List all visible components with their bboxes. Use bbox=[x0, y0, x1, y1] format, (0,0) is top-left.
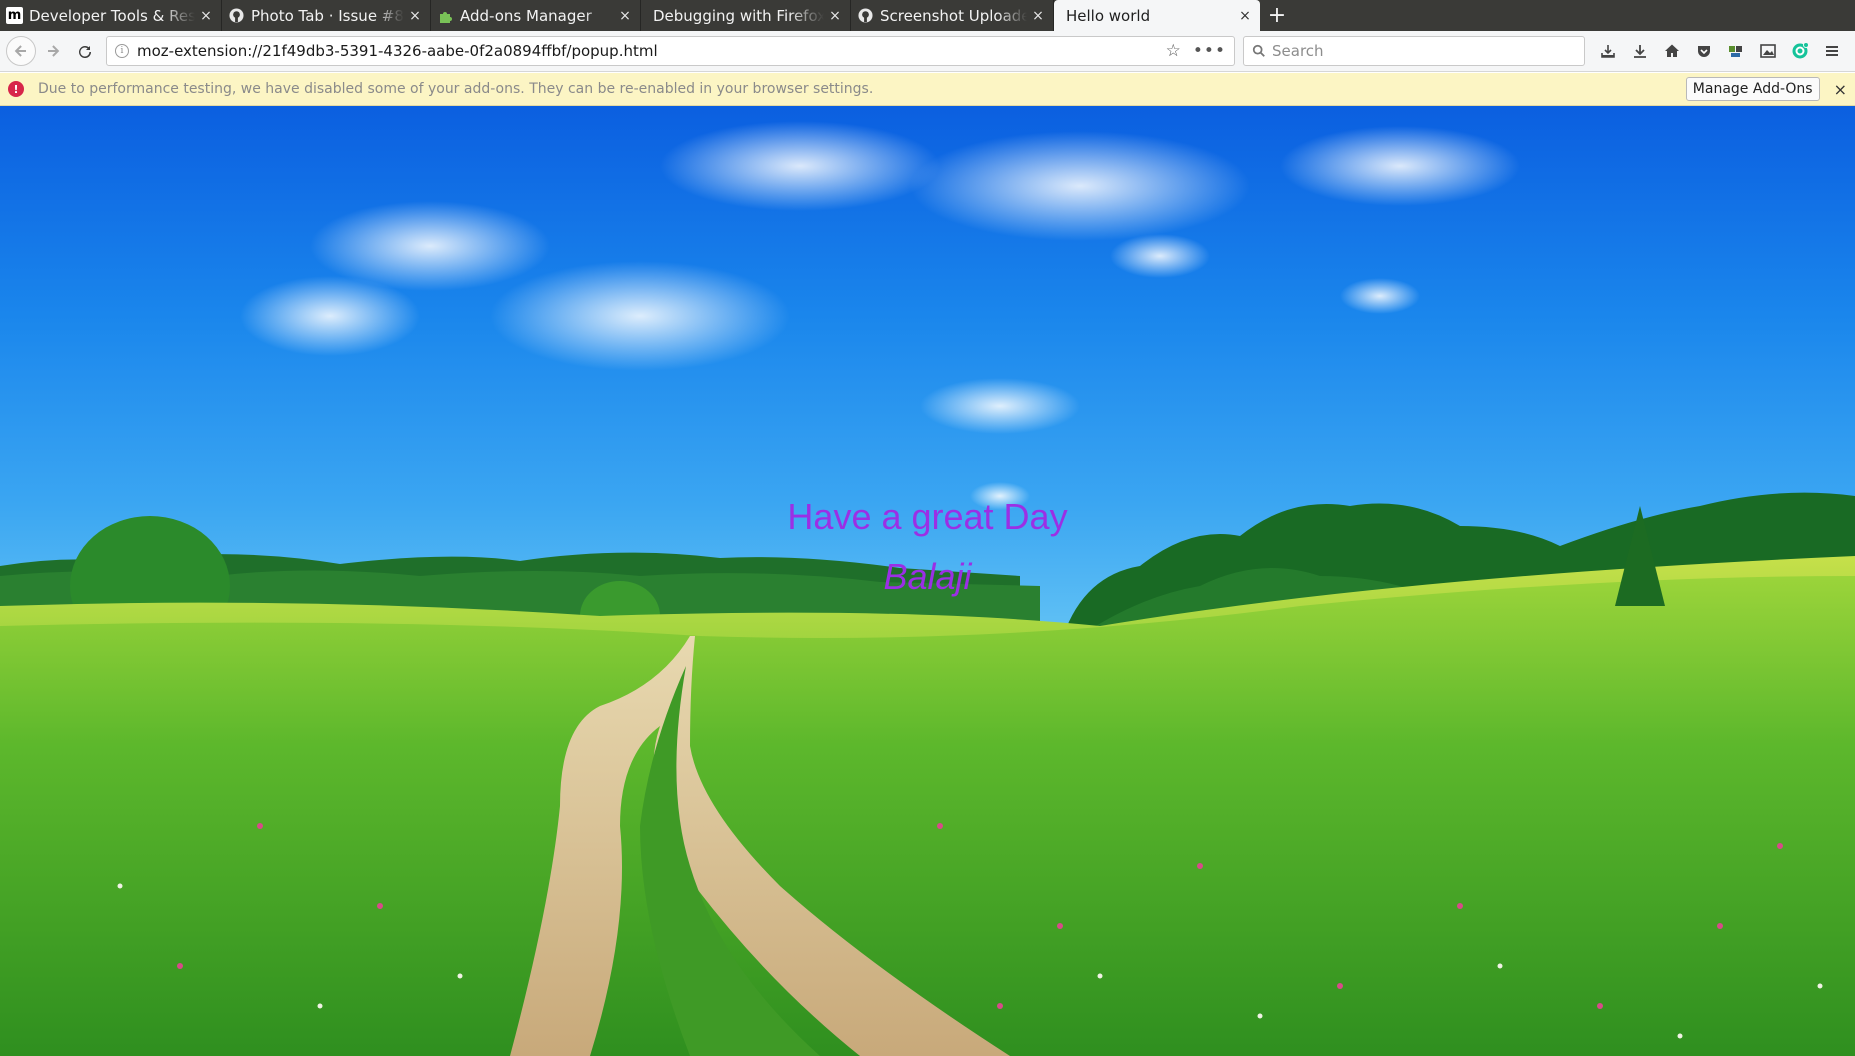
tab-title: Photo Tab · Issue #8 · n bbox=[251, 6, 404, 25]
notification-bar: ! Due to performance testing, we have di… bbox=[0, 73, 1855, 106]
search-input[interactable] bbox=[1272, 42, 1576, 60]
extension-icon[interactable] bbox=[1720, 36, 1752, 66]
tab-screenshot-uploaded[interactable]: Screenshot Uploaded × bbox=[851, 0, 1054, 31]
info-icon[interactable]: i bbox=[115, 44, 129, 58]
manage-addons-button[interactable]: Manage Add-Ons bbox=[1685, 77, 1820, 101]
page-content: Have a great Day Balaji bbox=[0, 106, 1855, 1056]
cloud bbox=[490, 261, 790, 371]
main-field bbox=[0, 576, 1855, 1056]
tab-close-icon[interactable]: × bbox=[618, 8, 632, 24]
navigation-toolbar: i moz-extension://21f49db3-5391-4326-aab… bbox=[0, 31, 1855, 72]
reload-icon bbox=[79, 46, 92, 59]
home-icon[interactable] bbox=[1656, 36, 1688, 66]
library-icon[interactable] bbox=[1592, 36, 1624, 66]
back-button[interactable] bbox=[6, 36, 36, 66]
tab-addons-manager[interactable]: Add-ons Manager × bbox=[431, 0, 641, 31]
bookmark-star-icon[interactable]: ☆ bbox=[1166, 41, 1181, 61]
download-icon[interactable] bbox=[1624, 36, 1656, 66]
reload-button[interactable] bbox=[70, 36, 100, 66]
screenshot-icon[interactable] bbox=[1752, 36, 1784, 66]
arrow-left-icon bbox=[14, 45, 26, 57]
tab-title: Debugging with Firefox D bbox=[653, 6, 824, 25]
notification-message: Due to performance testing, we have disa… bbox=[38, 81, 874, 97]
search-icon bbox=[1252, 44, 1265, 57]
url-bar[interactable]: i moz-extension://21f49db3-5391-4326-aab… bbox=[106, 36, 1235, 66]
pocket-icon[interactable] bbox=[1688, 36, 1720, 66]
url-text[interactable]: moz-extension://21f49db3-5391-4326-aabe-… bbox=[137, 42, 1154, 60]
user-name-text: Balaji bbox=[883, 556, 972, 597]
tab-hello-world[interactable]: Hello world × bbox=[1054, 0, 1260, 31]
toolbar-icons bbox=[1592, 36, 1848, 66]
cloud bbox=[1280, 126, 1520, 206]
github-icon bbox=[857, 7, 874, 24]
grammarly-icon[interactable] bbox=[1784, 36, 1816, 66]
tab-close-icon[interactable]: × bbox=[408, 8, 422, 24]
menu-icon[interactable] bbox=[1816, 36, 1848, 66]
tab-close-icon[interactable]: × bbox=[828, 8, 842, 24]
cloud bbox=[910, 131, 1250, 241]
tab-developer-tools[interactable]: m Developer Tools & Res × bbox=[0, 0, 222, 31]
tab-debugging-firefox[interactable]: Debugging with Firefox D × bbox=[641, 0, 851, 31]
tab-photo-tab-issue[interactable]: Photo Tab · Issue #8 · n × bbox=[222, 0, 431, 31]
tab-close-icon[interactable]: × bbox=[1238, 8, 1252, 24]
page-actions-icon[interactable]: ••• bbox=[1193, 41, 1226, 61]
tab-title: Add-ons Manager bbox=[460, 6, 592, 25]
tab-title: Screenshot Uploaded bbox=[880, 6, 1027, 25]
cloud bbox=[1340, 278, 1420, 314]
cloud bbox=[240, 276, 420, 356]
greeting-text: Have a great Day bbox=[787, 496, 1068, 537]
cloud bbox=[660, 121, 940, 211]
tab-close-icon[interactable]: × bbox=[199, 8, 213, 24]
cloud bbox=[1110, 234, 1210, 278]
tab-strip: m Developer Tools & Res × Photo Tab · Is… bbox=[0, 0, 1855, 31]
new-tab-button[interactable]: + bbox=[1260, 0, 1294, 31]
puzzle-icon bbox=[437, 7, 454, 24]
tab-title: Hello world bbox=[1066, 6, 1151, 25]
forward-button[interactable] bbox=[38, 36, 68, 66]
search-bar[interactable] bbox=[1243, 36, 1585, 66]
cloud bbox=[920, 378, 1080, 434]
tab-close-icon[interactable]: × bbox=[1031, 8, 1045, 24]
arrow-right-icon bbox=[48, 45, 60, 57]
mdn-icon: m bbox=[6, 7, 23, 24]
error-icon: ! bbox=[8, 81, 24, 97]
tab-title: Developer Tools & Res bbox=[29, 6, 195, 25]
github-icon bbox=[228, 7, 245, 24]
close-icon[interactable]: × bbox=[1834, 80, 1847, 99]
